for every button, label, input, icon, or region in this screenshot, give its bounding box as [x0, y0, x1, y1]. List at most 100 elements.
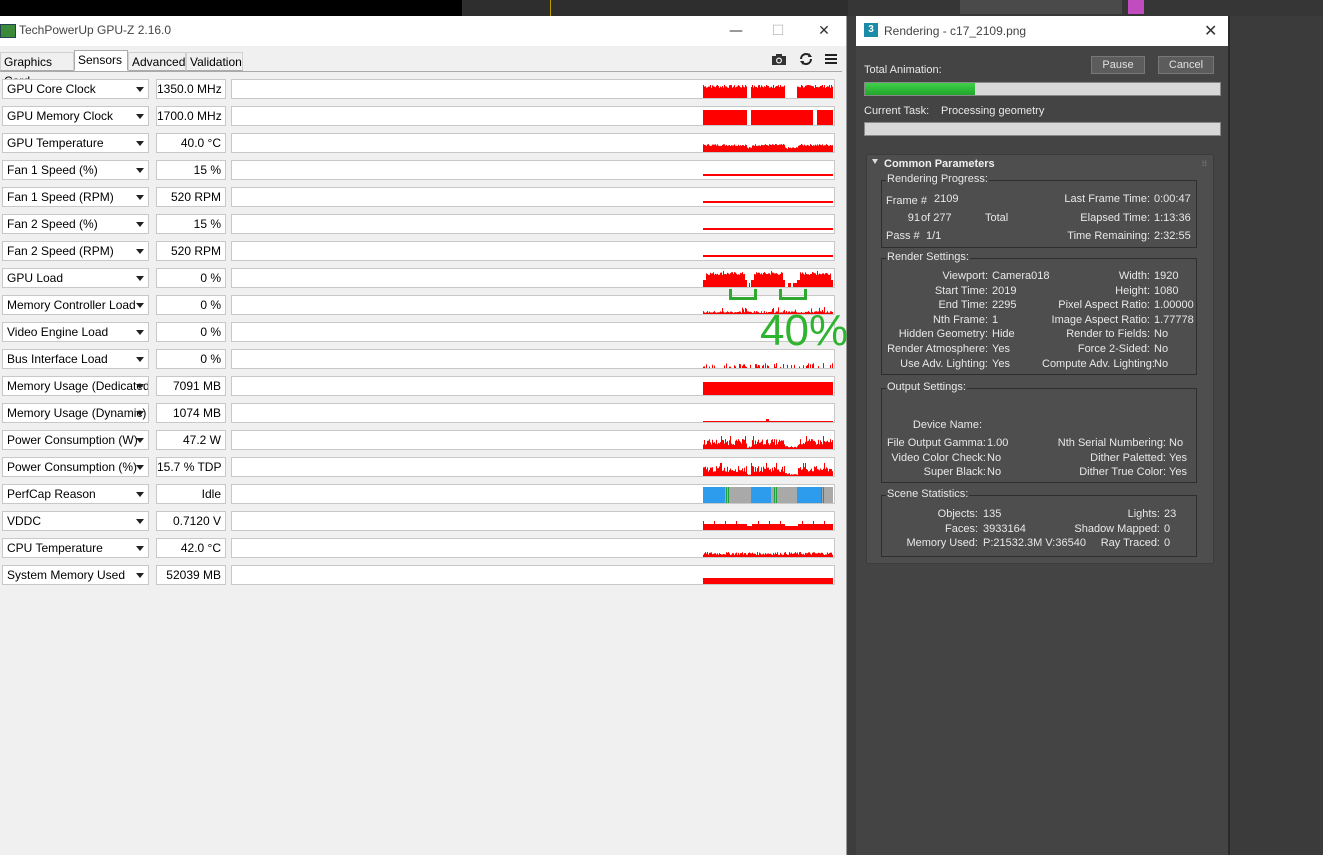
sensor-value: 15.7 % TDP [156, 457, 226, 477]
close-button[interactable]: ✕ [801, 16, 847, 46]
chevron-down-icon[interactable] [136, 195, 144, 200]
sensor-name: Memory Usage (Dynamic) [7, 406, 147, 420]
maximize-button[interactable]: ☐ [755, 16, 801, 46]
sensor-name: VDDC [7, 514, 42, 528]
chevron-down-icon[interactable] [136, 168, 144, 173]
sensor-graph-plot [703, 201, 833, 203]
sensor-graph [231, 457, 835, 477]
setting-value: 1.00000 [1154, 299, 1194, 312]
rendering-title-bar[interactable]: 3 Rendering - c17_2109.png ✕ [856, 16, 1228, 46]
sensor-graph [231, 133, 835, 153]
last-frame-label: Last Frame Time: [1064, 193, 1150, 205]
frame-label: Frame # [886, 195, 927, 207]
setting-label: Compute Adv. Lighting: [1042, 357, 1155, 370]
sensor-name-dropdown[interactable]: PerfCap Reason [2, 484, 149, 504]
tab-validation[interactable]: Validation [186, 52, 243, 71]
sensor-graph-plot [703, 487, 833, 503]
minimize-button[interactable]: — [713, 16, 759, 46]
chevron-down-icon[interactable] [136, 222, 144, 227]
sensor-graph-plot [703, 255, 833, 257]
group-title: Scene Statistics: [886, 488, 970, 500]
sensor-name-dropdown[interactable]: GPU Core Clock [2, 79, 149, 99]
sensor-row-memory-controller-load: Memory Controller Load 0 % [0, 294, 842, 318]
frame-count: 91 [907, 212, 920, 224]
chevron-down-icon[interactable] [136, 411, 144, 416]
sensor-name: Fan 2 Speed (%) [7, 217, 98, 231]
sensor-row-memory-usage-dynamic: Memory Usage (Dynamic) 1074 MB [0, 402, 842, 426]
chevron-down-icon[interactable] [136, 114, 144, 119]
setting-value: No [1154, 328, 1169, 341]
tab-advanced[interactable]: Advanced [128, 52, 186, 71]
sensor-name-dropdown[interactable]: Power Consumption (%) [2, 457, 149, 477]
sensor-name-dropdown[interactable]: Memory Usage (Dynamic) [2, 403, 149, 423]
setting-label: Ray Traced: [1100, 537, 1160, 550]
sensor-name: GPU Memory Clock [7, 109, 114, 123]
sensor-graph-plot [703, 228, 833, 230]
setting-label: Height: [1115, 284, 1150, 297]
chevron-down-icon[interactable] [136, 330, 144, 335]
chevron-down-icon[interactable] [136, 303, 144, 308]
sensor-row-fan-2-speed: Fan 2 Speed (%) 15 % [0, 213, 842, 237]
camera-icon[interactable] [771, 52, 787, 66]
setting-value: 3933164 [983, 522, 1026, 535]
chevron-down-icon[interactable] [136, 546, 144, 551]
setting-value: No [1154, 343, 1169, 355]
chevron-down-icon[interactable] [136, 357, 144, 362]
sensor-name-dropdown[interactable]: Fan 1 Speed (RPM) [2, 187, 149, 207]
setting-value: 2019 [992, 284, 1017, 297]
setting-label: Nth Serial Numbering: [1057, 437, 1166, 449]
common-parameters-header[interactable]: Common Parameters [884, 158, 995, 170]
setting-value: Yes [992, 357, 1010, 370]
setting-label: Pixel Aspect Ratio: [1058, 299, 1150, 312]
device-name-label: Device Name: [912, 419, 982, 431]
sensor-graph [231, 241, 835, 261]
close-button[interactable]: ✕ [1204, 21, 1217, 40]
tab-graphics-card[interactable]: Graphics Card [0, 52, 74, 88]
sensor-name-dropdown[interactable]: GPU Load [2, 268, 149, 288]
sensor-row-gpu-core-clock: GPU Core Clock 1350.0 MHz [0, 78, 842, 102]
sensor-name: GPU Temperature [7, 136, 104, 150]
sensor-name-dropdown[interactable]: GPU Temperature [2, 133, 149, 153]
sensor-name-dropdown[interactable]: CPU Temperature [2, 538, 149, 558]
sensor-name-dropdown[interactable]: Memory Controller Load [2, 295, 149, 315]
sensor-name-dropdown[interactable]: VDDC [2, 511, 149, 531]
chevron-down-icon[interactable] [136, 87, 144, 92]
pause-button[interactable]: Pause [1091, 56, 1145, 74]
chevron-down-icon[interactable] [136, 141, 144, 146]
menu-icon[interactable] [823, 52, 839, 66]
output-settings-group: Output Settings: Device Name: File Outpu… [881, 381, 1197, 483]
gpuz-title-bar[interactable]: TechPowerUp GPU-Z 2.16.0 — ☐ ✕ [0, 16, 846, 46]
chevron-down-icon[interactable] [136, 438, 144, 443]
setting-value: No [1154, 357, 1169, 370]
chevron-down-icon[interactable] [136, 249, 144, 254]
sensor-name-dropdown[interactable]: Power Consumption (W) [2, 430, 149, 450]
sensor-name-dropdown[interactable]: System Memory Used [2, 565, 149, 585]
chevron-down-icon[interactable] [136, 465, 144, 470]
sensor-row-memory-usage-dedicated: Memory Usage (Dedicated) 7091 MB [0, 375, 842, 399]
gpu-card-icon [0, 24, 16, 38]
tab-sensors[interactable]: Sensors [74, 50, 128, 71]
frame-count-of: of 277 [921, 212, 952, 224]
sensor-name-dropdown[interactable]: Fan 2 Speed (%) [2, 214, 149, 234]
sensor-name-dropdown[interactable]: Fan 1 Speed (%) [2, 160, 149, 180]
sensor-value: 0.7120 V [156, 511, 226, 531]
chevron-down-icon[interactable] [136, 384, 144, 389]
refresh-icon[interactable] [798, 52, 814, 66]
sensor-name-dropdown[interactable]: GPU Memory Clock [2, 106, 149, 126]
sensor-name-dropdown[interactable]: Memory Usage (Dedicated) [2, 376, 149, 396]
sensor-name-dropdown[interactable]: Video Engine Load [2, 322, 149, 342]
frame-value: 2109 [934, 193, 959, 205]
chevron-down-icon[interactable] [136, 573, 144, 578]
cancel-button[interactable]: Cancel [1158, 56, 1214, 74]
sensor-value: 520 RPM [156, 187, 226, 207]
background-top-strip [0, 0, 462, 16]
setting-label: Video Color Check: [891, 451, 986, 464]
sensor-name-dropdown[interactable]: Fan 2 Speed (RPM) [2, 241, 149, 261]
chevron-down-icon[interactable] [136, 276, 144, 281]
sensor-name-dropdown[interactable]: Bus Interface Load [2, 349, 149, 369]
collapse-triangle-icon[interactable] [872, 159, 878, 164]
chevron-down-icon[interactable] [136, 519, 144, 524]
chevron-down-icon[interactable] [136, 492, 144, 497]
sensor-graph [231, 268, 835, 288]
sensor-name: Fan 1 Speed (RPM) [7, 190, 114, 204]
